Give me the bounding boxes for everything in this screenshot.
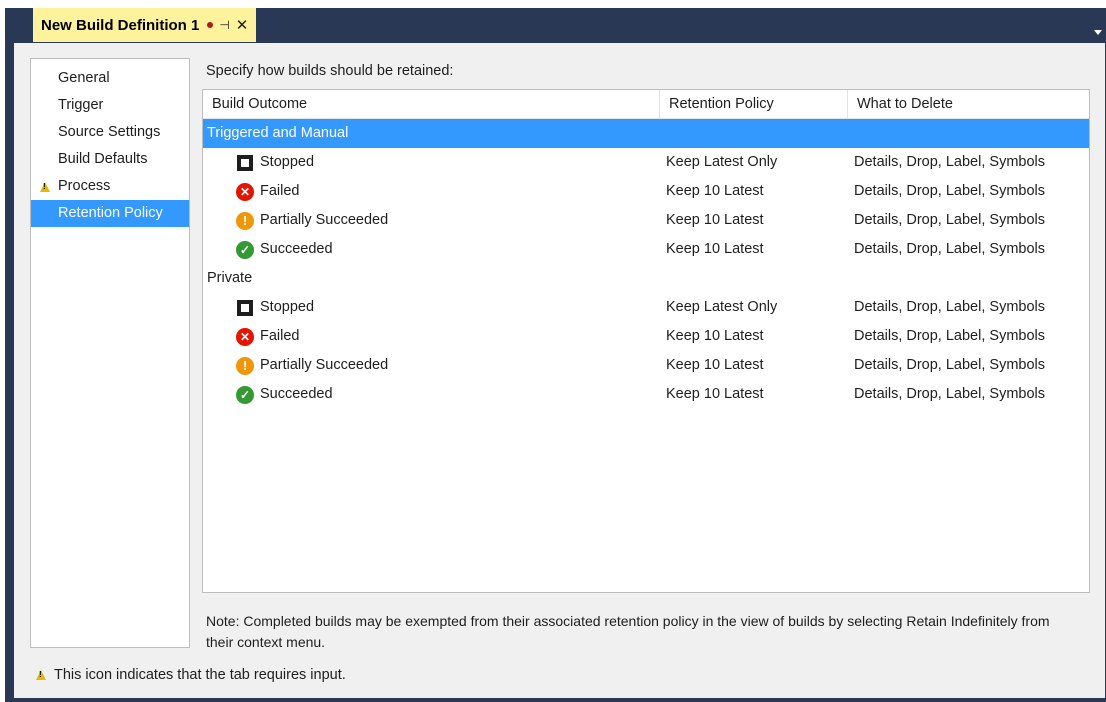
build-outcome-cell: Stopped	[236, 148, 314, 177]
build-outcome-cell: ! Partially Succeeded	[236, 351, 388, 380]
group-row[interactable]: Private	[203, 264, 1089, 293]
column-header-build-outcome[interactable]: Build Outcome	[203, 90, 660, 118]
what-to-delete-cell[interactable]: Details, Drop, Label, Symbols	[854, 177, 1045, 206]
group-row[interactable]: Triggered and Manual	[203, 119, 1089, 148]
nav-item-retention-policy[interactable]: Retention Policy	[31, 200, 189, 227]
grid-header: Build Outcome Retention Policy What to D…	[203, 90, 1089, 119]
settings-nav: General Trigger Source Settings Build Defau…	[30, 58, 190, 648]
warning-icon	[40, 182, 50, 192]
table-row[interactable]: ✕ Failed Keep 10 Latest Details, Drop, Labe…	[203, 177, 1089, 206]
stopped-icon	[236, 154, 254, 172]
succeeded-icon: ✓	[236, 240, 254, 259]
nav-item-trigger[interactable]: Trigger	[31, 92, 189, 119]
nav-item-label: Trigger	[58, 97, 104, 113]
nav-item-source-settings[interactable]: Source Settings	[31, 119, 189, 146]
retention-policy-cell[interactable]: Keep 10 Latest	[666, 380, 764, 409]
retention-policy-cell[interactable]: Keep 10 Latest	[666, 351, 764, 380]
nav-item-label: General	[58, 70, 110, 86]
table-row[interactable]: Stopped Keep Latest Only Details, Drop, La…	[203, 293, 1089, 322]
retention-policy-cell[interactable]: Keep Latest Only	[666, 148, 777, 177]
nav-item-label: Source Settings	[58, 124, 161, 140]
build-outcome-cell: ✓ Succeeded	[236, 380, 333, 409]
what-to-delete-cell[interactable]: Details, Drop, Label, Symbols	[854, 235, 1045, 264]
retention-policy-cell[interactable]: Keep 10 Latest	[666, 235, 764, 264]
warning-icon	[36, 670, 46, 680]
tab-dropdown-icon[interactable]	[1094, 30, 1102, 35]
nav-item-process[interactable]: Process	[31, 173, 189, 200]
build-outcome-label: Succeeded	[260, 241, 333, 257]
footer-legend: This icon indicates that the tab require…	[36, 667, 346, 683]
table-row[interactable]: ! Partially Succeeded Keep 10 Latest Detail…	[203, 351, 1089, 380]
stopped-icon	[236, 299, 254, 317]
build-outcome-cell: ✕ Failed	[236, 322, 300, 351]
build-outcome-label: Partially Succeeded	[260, 357, 389, 373]
build-outcome-cell: ✕ Failed	[236, 177, 300, 206]
what-to-delete-cell[interactable]: Details, Drop, Label, Symbols	[854, 293, 1045, 322]
retention-policy-cell[interactable]: Keep 10 Latest	[666, 322, 764, 351]
unsaved-dot-icon	[207, 22, 214, 28]
retention-policy-cell[interactable]: Keep 10 Latest	[666, 177, 764, 206]
table-row[interactable]: ✓ Succeeded Keep 10 Latest Details, Drop, L…	[203, 380, 1089, 409]
table-row[interactable]: ✕ Failed Keep 10 Latest Details, Drop, Labe…	[203, 322, 1089, 351]
pin-icon[interactable]: ⊣	[219, 18, 229, 32]
build-outcome-label: Stopped	[260, 154, 315, 170]
footer-legend-text: This icon indicates that the tab require…	[54, 667, 346, 683]
partially-succeeded-icon: !	[236, 356, 254, 375]
table-row[interactable]: ! Partially Succeeded Keep 10 Latest Detail…	[203, 206, 1089, 235]
succeeded-icon: ✓	[236, 385, 254, 404]
build-outcome-cell: ✓ Succeeded	[236, 235, 333, 264]
retention-instruction: Specify how builds should be retained:	[206, 63, 454, 79]
build-outcome-cell: Stopped	[236, 293, 314, 322]
partially-succeeded-icon: !	[236, 211, 254, 230]
build-outcome-label: Failed	[260, 328, 300, 344]
build-outcome-label: Partially Succeeded	[260, 212, 389, 228]
column-header-what-to-delete[interactable]: What to Delete	[848, 90, 1088, 118]
build-outcome-label: Stopped	[260, 299, 315, 315]
table-row[interactable]: ✓ Succeeded Keep 10 Latest Details, Drop, L…	[203, 235, 1089, 264]
retention-policy-cell[interactable]: Keep Latest Only	[666, 293, 777, 322]
tab-title: New Build Definition 1	[41, 16, 200, 34]
failed-icon: ✕	[236, 327, 254, 346]
column-header-retention-policy[interactable]: Retention Policy	[660, 90, 848, 118]
failed-icon: ✕	[236, 182, 254, 201]
nav-item-label: Build Defaults	[58, 151, 148, 167]
table-row[interactable]: Stopped Keep Latest Only Details, Drop, La…	[203, 148, 1089, 177]
what-to-delete-cell[interactable]: Details, Drop, Label, Symbols	[854, 351, 1045, 380]
what-to-delete-cell[interactable]: Details, Drop, Label, Symbols	[854, 206, 1045, 235]
nav-item-build-defaults[interactable]: Build Defaults	[31, 146, 189, 173]
grid-body: Triggered and Manual Stopped Keep Latest O…	[203, 119, 1089, 409]
retention-grid: Build Outcome Retention Policy What to D…	[202, 89, 1090, 593]
what-to-delete-cell[interactable]: Details, Drop, Label, Symbols	[854, 148, 1045, 177]
retention-note: Note: Completed builds may be exempted f…	[206, 613, 1050, 650]
nav-item-label: Retention Policy	[58, 205, 163, 221]
nav-item-label: Process	[58, 178, 111, 194]
build-outcome-label: Failed	[260, 183, 300, 199]
document-tab[interactable]: New Build Definition 1 ⊣ ✕	[33, 8, 257, 42]
retention-policy-cell[interactable]: Keep 10 Latest	[666, 206, 764, 235]
build-outcome-cell: ! Partially Succeeded	[236, 206, 388, 235]
what-to-delete-cell[interactable]: Details, Drop, Label, Symbols	[854, 380, 1045, 409]
close-icon[interactable]: ✕	[236, 16, 249, 34]
nav-item-general[interactable]: General	[31, 65, 189, 92]
build-definition-content: General Trigger Source Settings Build Defau…	[14, 43, 1105, 698]
build-outcome-label: Succeeded	[260, 386, 333, 402]
what-to-delete-cell[interactable]: Details, Drop, Label, Symbols	[854, 322, 1045, 351]
